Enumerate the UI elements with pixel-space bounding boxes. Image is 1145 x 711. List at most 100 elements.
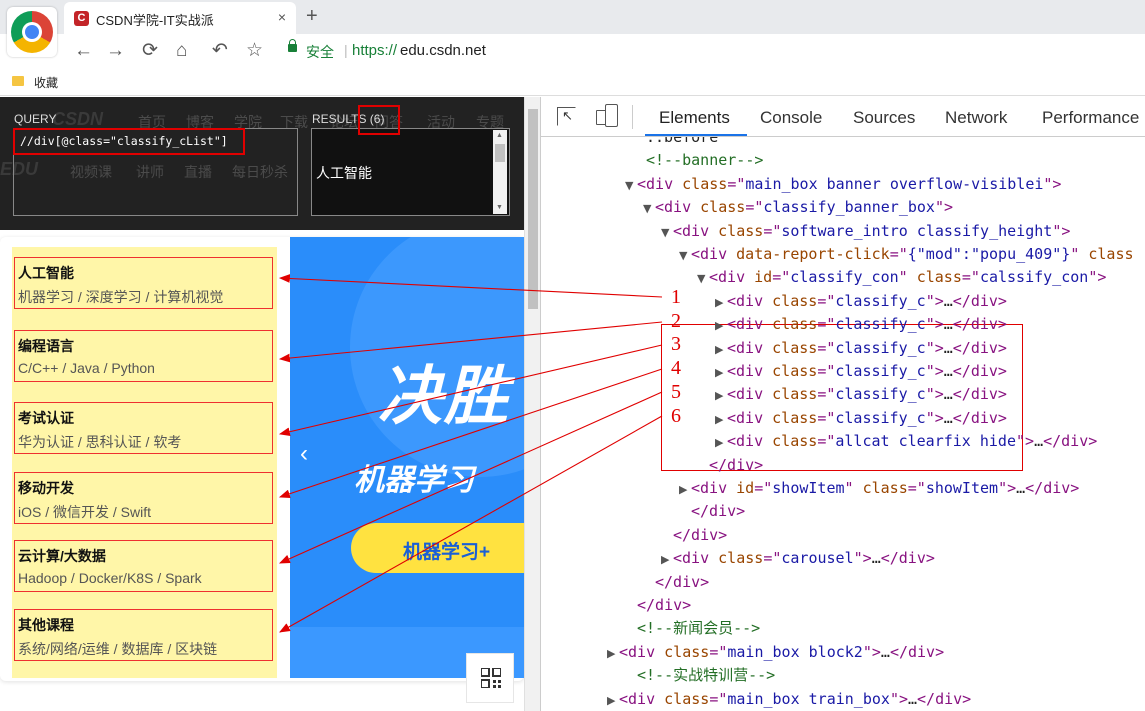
dom-token: ="	[772, 268, 791, 287]
dom-token: classify_c	[835, 385, 926, 404]
category-item[interactable]: 考试认证华为认证 / 思科认证 / 软考	[14, 402, 273, 454]
tab-performance[interactable]: Performance	[1042, 108, 1139, 128]
category-subcategories[interactable]: C/C++ / Java / Python	[18, 360, 155, 376]
new-tab-button[interactable]: +	[306, 6, 318, 26]
category-name[interactable]: 人工智能	[18, 263, 74, 283]
dom-node-line[interactable]: ▶ <div class="classify_c">…</div>	[715, 337, 1007, 360]
dom-node-line[interactable]: </div>	[691, 500, 745, 523]
scroll-up-icon[interactable]: ▲	[496, 132, 503, 140]
collapse-triangle-icon[interactable]: ▼	[661, 221, 673, 244]
chrome-logo-icon	[7, 7, 57, 57]
collapse-triangle-icon[interactable]: ▼	[625, 174, 637, 197]
dom-node-line[interactable]: ▶ <div class="allcat clearfix hide">…</di…	[715, 430, 1097, 453]
dom-node-line[interactable]: ▶ <div class="classify_c">…</div>	[715, 360, 1007, 383]
dom-token: <div	[727, 338, 773, 357]
collapse-triangle-icon[interactable]: ▼	[697, 267, 709, 290]
dom-node-line[interactable]: ▶ <div class="carousel">…</div>	[661, 547, 935, 570]
undo-button[interactable]: ↶	[212, 39, 228, 63]
expand-triangle-icon[interactable]: ▶	[607, 689, 619, 711]
category-item[interactable]: 云计算/大数据 Hadoop / Docker/K8S / Spark	[14, 540, 273, 592]
annotation-number-4: 4	[671, 357, 681, 379]
dom-node-line[interactable]: ▶ <div class="classify_c">…</div>	[715, 290, 1007, 313]
expand-triangle-icon[interactable]: ▶	[661, 548, 673, 571]
dom-token: ">	[925, 385, 944, 404]
page-scrollbar[interactable]	[524, 97, 540, 711]
dom-node-line[interactable]: ::before	[646, 137, 718, 149]
results-scrollbar[interactable]: ▲ ▼	[493, 130, 507, 214]
dom-token: class	[682, 174, 728, 193]
category-subcategories[interactable]: 系统/网络/运维 / 数据库 / 区块链	[18, 639, 217, 659]
category-subcategories[interactable]: 华为认证 / 思科认证 / 软考	[18, 432, 181, 452]
promo-banner[interactable]: ‹ 决胜 机器学习 机器学习+	[290, 237, 524, 678]
dom-node-line[interactable]: </div>	[655, 571, 709, 594]
expand-triangle-icon[interactable]: ▶	[715, 314, 727, 337]
category-name[interactable]: 其他课程	[18, 615, 74, 635]
expand-triangle-icon[interactable]: ▶	[715, 361, 727, 384]
device-toolbar-icon[interactable]	[596, 104, 620, 128]
browser-tab[interactable]: C CSDN学院-IT实战派 ×	[64, 2, 296, 34]
category-item[interactable]: 人工智能机器学习 / 深度学习 / 计算机视觉	[14, 257, 273, 309]
category-item[interactable]: 编程语言 C/C++ / Java / Python	[14, 330, 273, 382]
expand-triangle-icon[interactable]: ▶	[607, 642, 619, 665]
dom-node-line[interactable]: ▼ <div class="main_box banner overflow-vi…	[625, 173, 1061, 196]
category-name[interactable]: 移动开发	[18, 478, 74, 498]
dom-node-line[interactable]: ▼ <div data-report-click="{"mod":"popu_40…	[679, 243, 1134, 266]
expand-triangle-icon[interactable]: ▶	[715, 291, 727, 314]
bookmark-folder-label[interactable]: 收藏	[34, 74, 58, 91]
collapse-triangle-icon[interactable]: ▼	[679, 244, 691, 267]
collapse-triangle-icon[interactable]: ▼	[643, 197, 655, 220]
dom-node-line[interactable]: ▼ <div class="software_intro classify_hei…	[661, 220, 1070, 243]
expand-triangle-icon[interactable]: ▶	[715, 408, 727, 431]
tab-elements[interactable]: Elements	[659, 108, 730, 128]
dom-token: </div>	[889, 642, 945, 661]
reload-button[interactable]: ⟳	[142, 39, 158, 63]
dom-node-line[interactable]: ▼ <div id="classify_con" class="calssify_…	[697, 266, 1106, 289]
address-bar[interactable]: 安全 | https:// edu.csdn.net	[278, 39, 1138, 63]
forward-button[interactable]: →	[106, 39, 125, 63]
qr-code-button[interactable]	[466, 653, 514, 703]
banner-cta-button[interactable]: 机器学习+	[351, 523, 524, 573]
dom-node-line[interactable]: ▶ <div id="showItem" class="showItem">…</…	[679, 477, 1079, 500]
dom-node-line[interactable]: </div>	[709, 454, 763, 477]
dom-node-line[interactable]: ▶ <div class="classify_c">…</div>	[715, 383, 1007, 406]
dom-node-line[interactable]: ▶ <div class="main_box train_box">…</div>	[607, 688, 971, 711]
results-scroll-thumb[interactable]	[495, 144, 505, 162]
category-subcategories[interactable]: iOS / 微信开发 / Swift	[18, 502, 151, 522]
category-item[interactable]: 其他课程系统/网络/运维 / 数据库 / 区块链	[14, 609, 273, 661]
tab-console[interactable]: Console	[760, 108, 822, 128]
dom-node-line[interactable]: <!--实战特训营-->	[637, 664, 775, 687]
page-scroll-thumb[interactable]	[528, 109, 538, 309]
dom-node-line[interactable]: ▶ <div class="classify_c">…</div>	[715, 407, 1007, 430]
category-name[interactable]: 考试认证	[18, 408, 74, 428]
tab-sources[interactable]: Sources	[853, 108, 915, 128]
dom-node-line[interactable]: </div>	[673, 524, 727, 547]
expand-triangle-icon[interactable]: ▶	[679, 478, 691, 501]
scroll-down-icon[interactable]: ▼	[496, 204, 503, 212]
dom-token: </div>	[637, 596, 692, 614]
banner-prev-button[interactable]: ‹	[300, 442, 308, 466]
category-item[interactable]: 移动开发 iOS / 微信开发 / Swift	[14, 472, 273, 524]
dom-node-line[interactable]: <!--新闻会员-->	[637, 617, 760, 640]
dom-node-line[interactable]: ▶ <div class="classify_c">…</div>	[715, 313, 1007, 336]
back-button[interactable]: ←	[74, 39, 93, 63]
dom-node-line[interactable]: ▼ <div class="classify_banner_box">	[643, 196, 953, 219]
expand-triangle-icon[interactable]: ▶	[715, 431, 727, 454]
expand-triangle-icon[interactable]: ▶	[715, 338, 727, 361]
expand-triangle-icon[interactable]: ▶	[715, 384, 727, 407]
dom-token: showItem	[772, 479, 845, 497]
bookmark-star-button[interactable]: ☆	[246, 39, 263, 63]
category-subcategories[interactable]: 机器学习 / 深度学习 / 计算机视觉	[18, 287, 223, 307]
tab-close-icon[interactable]: ×	[278, 9, 286, 25]
dom-token: <div	[727, 291, 773, 310]
dom-token: ">	[925, 291, 944, 310]
home-button[interactable]: ⌂	[176, 39, 187, 63]
inspect-element-icon[interactable]	[557, 107, 576, 126]
category-subcategories[interactable]: Hadoop / Docker/K8S / Spark	[18, 570, 202, 586]
dom-token: <div	[709, 268, 755, 287]
dom-node-line[interactable]: </div>	[637, 594, 691, 617]
category-name[interactable]: 云计算/大数据	[18, 546, 106, 566]
tab-network[interactable]: Network	[945, 108, 1007, 128]
category-name[interactable]: 编程语言	[18, 336, 74, 356]
dom-node-line[interactable]: ▶ <div class="main_box block2">…</div>	[607, 641, 944, 664]
dom-node-line[interactable]: <!--banner-->	[646, 149, 763, 172]
